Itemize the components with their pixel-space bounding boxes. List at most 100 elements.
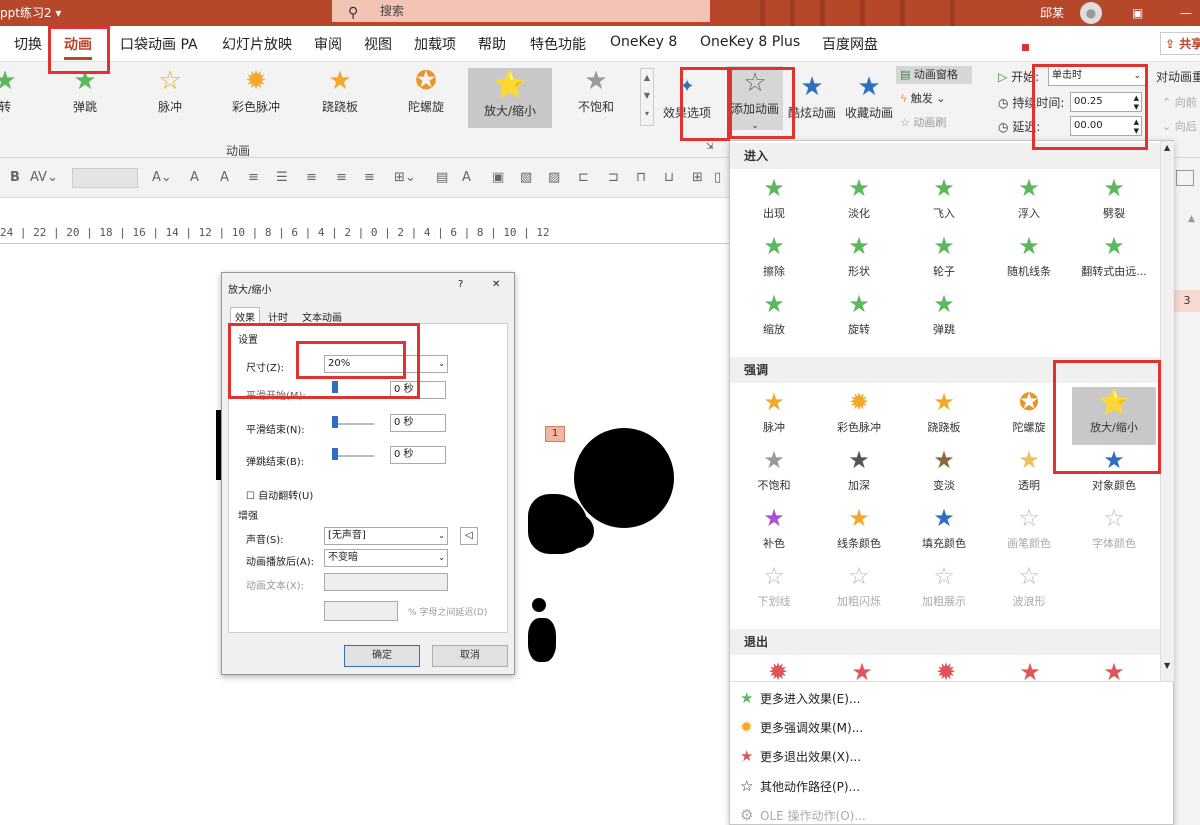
- entrance-effect-11[interactable]: ★ 旋转: [817, 289, 901, 347]
- emphasis-effect-12[interactable]: ★ 填充颜色: [902, 503, 986, 561]
- decrease-font-icon[interactable]: A: [220, 170, 229, 185]
- emphasis-effect-1[interactable]: ✹ 彩色脉冲: [817, 387, 901, 445]
- avatar[interactable]: ●: [1080, 2, 1102, 24]
- cancel-button[interactable]: 取消: [432, 645, 508, 667]
- sound-select[interactable]: [无声音] ⌄: [324, 527, 448, 545]
- tab-addins[interactable]: 加载项: [414, 34, 456, 54]
- align-distribute-icon[interactable]: ▯: [714, 170, 721, 185]
- entrance-effect-6[interactable]: ★ 形状: [817, 231, 901, 289]
- gallery-item-teeter[interactable]: ★ 跷跷板: [302, 64, 378, 124]
- align-icon[interactable]: ≡: [248, 170, 259, 185]
- exit-effect-partial[interactable]: ★: [820, 657, 904, 681]
- speaker-icon[interactable]: ◁: [460, 527, 478, 545]
- increase-font-icon[interactable]: A: [190, 170, 199, 185]
- emphasis-effect-0[interactable]: ★ 脉冲: [732, 387, 816, 445]
- entrance-effect-2[interactable]: ★ 飞入: [902, 173, 986, 231]
- tab-slideshow[interactable]: 幻灯片放映: [222, 34, 292, 54]
- ink-splash[interactable]: [528, 618, 556, 662]
- ok-button[interactable]: 确定: [344, 645, 420, 667]
- tab-onekey8[interactable]: OneKey 8: [610, 34, 677, 50]
- bold-icon[interactable]: B: [10, 170, 20, 185]
- entrance-effect-7[interactable]: ★ 轮子: [902, 231, 986, 289]
- gallery-item-desaturate[interactable]: ★ 不饱和: [558, 64, 634, 124]
- ink-splash[interactable]: [560, 514, 594, 548]
- auto-reverse-checkbox[interactable]: ☐ 自动翻转(U): [246, 487, 313, 502]
- text-icon[interactable]: A: [462, 170, 471, 185]
- tab-features[interactable]: 特色功能: [530, 34, 586, 54]
- trigger-button[interactable]: ϟ 触发 ⌄: [900, 90, 945, 106]
- emphasis-effect-14[interactable]: ☆ 字体颜色: [1072, 503, 1156, 561]
- tab-transition[interactable]: 切换: [14, 34, 42, 54]
- font-color-select[interactable]: [72, 168, 138, 188]
- ribbon-display-icon[interactable]: ▣: [1132, 0, 1143, 26]
- textbox-icon[interactable]: ▤: [436, 170, 448, 185]
- entrance-effect-4[interactable]: ★ 劈裂: [1072, 173, 1156, 231]
- entrance-effect-1[interactable]: ★ 淡化: [817, 173, 901, 231]
- doc-title[interactable]: ppt练习2 ▾: [0, 0, 61, 26]
- gallery-item-spin2[interactable]: ✪ 陀螺旋: [388, 64, 464, 124]
- align-distribute-icon[interactable]: ⊓: [636, 170, 646, 185]
- image-icon[interactable]: ▨: [548, 170, 560, 185]
- more-motion-paths[interactable]: ☆ 其他动作路径(P)...: [740, 777, 860, 795]
- exit-effect-partial[interactable]: ★: [988, 657, 1072, 681]
- exit-effect-partial[interactable]: ✹: [736, 657, 820, 681]
- emphasis-effect-18[interactable]: ☆ 波浪形: [987, 561, 1071, 619]
- emphasis-effect-11[interactable]: ★ 线条颜色: [817, 503, 901, 561]
- align-icon[interactable]: ☰: [276, 170, 288, 185]
- move-backward-button[interactable]: ⌄ 向后: [1162, 118, 1197, 134]
- ink-dot[interactable]: [532, 598, 546, 612]
- emphasis-effect-7[interactable]: ★ 变淡: [902, 445, 986, 503]
- fav-animation-button[interactable]: ★ 收藏动画: [842, 70, 896, 130]
- entrance-effect-5[interactable]: ★ 擦除: [732, 231, 816, 289]
- emphasis-effect-16[interactable]: ☆ 加粗闪烁: [817, 561, 901, 619]
- align-distribute-icon[interactable]: ⊏: [578, 170, 589, 185]
- panel-scrollbar[interactable]: ▲ ▼: [1160, 141, 1174, 681]
- gallery-item-pulse[interactable]: ☆ 脉冲: [132, 64, 208, 124]
- share-button[interactable]: ⇪ 共享: [1160, 32, 1200, 55]
- animation-brush-button[interactable]: ☆ 动画刷: [900, 114, 946, 130]
- smooth-end-stepper[interactable]: 0 秒: [390, 414, 446, 432]
- animate-text-select[interactable]: [324, 573, 448, 591]
- entrance-effect-0[interactable]: ★ 出现: [732, 173, 816, 231]
- align-icon[interactable]: ≡: [364, 170, 375, 185]
- emphasis-effect-6[interactable]: ★ 加深: [817, 445, 901, 503]
- minimize-icon[interactable]: —: [1180, 0, 1192, 26]
- entrance-effect-3[interactable]: ★ 浮入: [987, 173, 1071, 231]
- exit-effect-partial[interactable]: ✹: [904, 657, 988, 681]
- emphasis-effect-10[interactable]: ★ 补色: [732, 503, 816, 561]
- more-exit-effects[interactable]: ★ 更多退出效果(X)...: [740, 747, 861, 765]
- char-spacing-icon[interactable]: AV⌄: [30, 170, 58, 185]
- entrance-effect-10[interactable]: ★ 缩放: [732, 289, 816, 347]
- tab-baidu[interactable]: 百度网盘: [822, 34, 878, 54]
- scroll-down-icon[interactable]: ▼: [1164, 661, 1170, 670]
- animation-pane-button[interactable]: ▤ 动画窗格: [896, 66, 972, 84]
- gallery-item-grow-shrink[interactable]: ⭐ 放大/缩小: [468, 68, 552, 128]
- align-icon[interactable]: ≡: [306, 170, 317, 185]
- font-color-icon[interactable]: A⌄: [152, 170, 172, 185]
- table-icon[interactable]: ⊞⌄: [394, 170, 416, 185]
- tab-help[interactable]: 帮助: [478, 34, 506, 54]
- after-animation-select[interactable]: 不变暗 ⌄: [324, 549, 448, 567]
- move-forward-button[interactable]: ⌃ 向前: [1162, 94, 1197, 110]
- entrance-effect-9[interactable]: ★ 翻转式由远...: [1072, 231, 1156, 289]
- close-icon[interactable]: ✕: [492, 279, 500, 290]
- entrance-effect-8[interactable]: ★ 随机线条: [987, 231, 1071, 289]
- tab-review[interactable]: 审阅: [314, 34, 342, 54]
- align-distribute-icon[interactable]: ⊞: [692, 170, 703, 185]
- entrance-effect-12[interactable]: ★ 弹跳: [902, 289, 986, 347]
- user-name[interactable]: 邱某: [1040, 0, 1064, 26]
- smooth-end-slider[interactable]: [332, 416, 338, 428]
- tab-pocket-animation[interactable]: 口袋动画 PA: [120, 34, 198, 54]
- emphasis-effect-5[interactable]: ★ 不饱和: [732, 445, 816, 503]
- exit-effect-partial[interactable]: ★: [1072, 657, 1156, 681]
- more-emphasis-effects[interactable]: ✹ 更多强调效果(M)...: [740, 718, 863, 736]
- tab-onekey8plus[interactable]: OneKey 8 Plus: [700, 34, 800, 50]
- emphasis-effect-13[interactable]: ☆ 画笔颜色: [987, 503, 1071, 561]
- more-entrance-effects[interactable]: ★ 更多进入效果(E)...: [740, 689, 860, 707]
- bounce-end-slider[interactable]: [332, 448, 338, 460]
- gallery-item-color-pulse[interactable]: ✹ 彩色脉冲: [218, 64, 294, 124]
- ink-circle[interactable]: [574, 428, 674, 528]
- gallery-item-spin[interactable]: ★ 转: [0, 64, 30, 124]
- search-box[interactable]: ⚲ 搜索: [332, 0, 710, 22]
- letter-delay-stepper[interactable]: [324, 601, 398, 621]
